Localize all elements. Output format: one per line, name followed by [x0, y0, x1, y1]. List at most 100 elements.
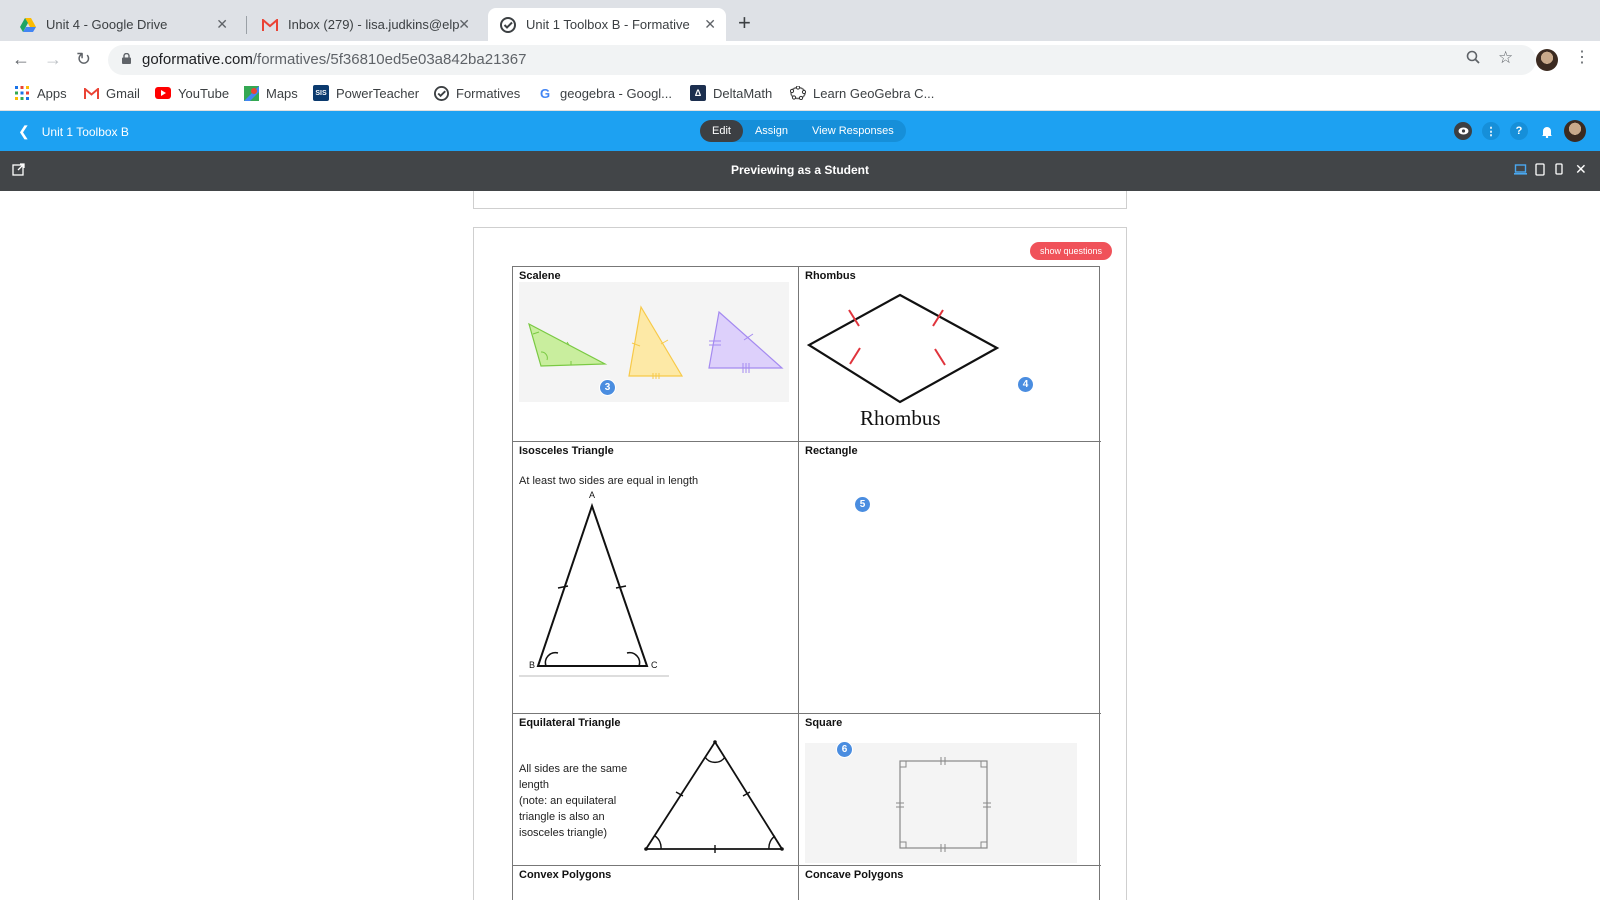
new-tab-icon[interactable]: + — [738, 12, 751, 34]
tab-label: Inbox (279) - lisa.judkins@elps — [288, 17, 460, 32]
url-path: /formatives/5f36810ed5e03a842ba21367 — [252, 51, 527, 68]
phone-view-icon[interactable] — [1555, 163, 1563, 178]
shapes-table: Scalene 3 Rhombus Rhombus 4 Isosceles Tr… — [512, 266, 1101, 900]
mode-segmented-control: Edit Assign View Responses — [700, 120, 906, 142]
cell-rectangle: Rectangle 5 — [799, 442, 1101, 714]
bookmark-label: PowerTeacher — [336, 85, 420, 101]
browser-toolbar: ← → ↻ goformative.com/formatives/5f36810… — [0, 41, 1600, 79]
browser-menu-icon[interactable]: ⋮ — [1574, 48, 1590, 68]
formative-title: Unit 1 Toolbox B — [41, 124, 129, 139]
tab-google-drive[interactable]: Unit 4 - Google Drive ✕ — [8, 8, 238, 41]
cell-isosceles: Isosceles Triangle At least two sides ar… — [513, 442, 799, 714]
cell-scalene: Scalene 3 — [513, 267, 799, 442]
question-badge[interactable]: 6 — [836, 741, 853, 758]
preview-title: Previewing as a Student — [730, 163, 870, 177]
bell-icon[interactable] — [1538, 122, 1556, 140]
cell-rhombus: Rhombus Rhombus 4 — [799, 267, 1101, 442]
equilateral-line: All sides are the same — [519, 763, 628, 775]
scalene-triangles-image — [519, 282, 789, 402]
zoom-icon[interactable] — [1466, 50, 1480, 68]
equilateral-description: All sides are the same length (note: an … — [519, 761, 649, 841]
close-tab-icon[interactable]: ✕ — [216, 16, 228, 33]
vertex-label-b: B — [529, 660, 535, 670]
more-options-icon[interactable]: ⋮ — [1482, 122, 1500, 140]
show-questions-button[interactable]: show questions — [1030, 242, 1113, 260]
question-badge[interactable]: 4 — [1017, 376, 1034, 393]
back-arrow-icon[interactable]: ← — [12, 49, 30, 69]
tab-formative-active[interactable]: Unit 1 Toolbox B - Formative ✕ — [488, 8, 726, 41]
close-tab-icon[interactable]: ✕ — [704, 16, 716, 33]
google-icon: G — [539, 85, 551, 101]
square-image — [805, 743, 1077, 863]
user-avatar[interactable] — [1564, 120, 1586, 142]
equilateral-triangle-image — [644, 740, 784, 853]
google-drive-icon — [20, 17, 36, 33]
lock-icon — [122, 53, 131, 64]
bookmark-star-icon[interactable]: ☆ — [1498, 48, 1513, 68]
address-bar[interactable]: goformative.com/formatives/5f36810ed5e03… — [108, 45, 1536, 75]
formative-header: ❮ Unit 1 Toolbox B Edit Assign View Resp… — [0, 111, 1600, 151]
sis-icon: SIS — [313, 85, 329, 101]
tab-label: Unit 1 Toolbox B - Formative — [526, 17, 690, 32]
reload-icon[interactable]: ↻ — [76, 49, 91, 69]
forward-arrow-icon[interactable]: → — [44, 49, 62, 69]
youtube-icon — [155, 85, 171, 101]
tab-gmail-inbox[interactable]: Inbox (279) - lisa.judkins@elps ✕ — [250, 8, 480, 41]
cell-equilateral: Equilateral Triangle All sides are the s… — [513, 714, 799, 866]
formative-icon — [433, 85, 449, 101]
tab-view-responses[interactable]: View Responses — [800, 120, 906, 142]
close-tab-icon[interactable]: ✕ — [458, 16, 470, 33]
desktop-view-icon[interactable] — [1514, 163, 1527, 178]
back-to-formative-link[interactable]: ❮ Unit 1 Toolbox B — [18, 123, 129, 140]
isosceles-triangle-image: A B C — [519, 490, 669, 677]
bookmark-geogebra-google[interactable]: G geogebra - Googl... — [537, 85, 672, 101]
browser-tab-bar: Unit 4 - Google Drive ✕ Inbox (279) - li… — [0, 0, 1600, 41]
close-preview-icon[interactable]: ✕ — [1575, 161, 1587, 178]
cell-title: Square — [805, 717, 843, 729]
question-badge[interactable]: 5 — [854, 496, 871, 513]
equilateral-line: isosceles triangle) — [519, 827, 608, 839]
bookmark-deltamath[interactable]: Δ DeltaMath — [690, 85, 772, 101]
vertex-label-c: C — [651, 660, 658, 670]
chevron-left-icon: ❮ — [18, 123, 30, 139]
formative-content: show questions Scalene 3 Rhombus Rhombus… — [0, 191, 1600, 900]
maps-icon — [243, 85, 259, 101]
gmail-icon — [83, 85, 99, 101]
bookmark-label: Learn GeoGebra C... — [813, 85, 935, 101]
bookmark-label: YouTube — [178, 85, 230, 101]
equilateral-line: (note: an equilateral — [519, 795, 617, 807]
bookmark-label: Apps — [37, 85, 67, 101]
bookmark-label: Formatives — [456, 85, 521, 101]
bookmark-gmail[interactable]: Gmail — [83, 85, 140, 101]
question-badge[interactable]: 3 — [599, 379, 616, 396]
tab-edit[interactable]: Edit — [700, 120, 743, 142]
tablet-view-icon[interactable] — [1535, 163, 1545, 179]
cell-title: Rhombus — [805, 270, 856, 282]
preview-eye-icon[interactable] — [1454, 122, 1472, 140]
bookmark-formatives[interactable]: Formatives — [433, 85, 520, 101]
bookmark-youtube[interactable]: YouTube — [155, 85, 229, 101]
help-icon[interactable]: ? — [1510, 122, 1528, 140]
rhombus-image — [806, 293, 1000, 404]
cell-title: Concave Polygons — [805, 869, 904, 881]
tab-separator — [246, 16, 247, 34]
bookmark-label: Gmail — [106, 85, 140, 101]
cell-title: Rectangle — [805, 445, 858, 457]
vertex-label-a: A — [589, 490, 595, 500]
previous-question-card — [473, 191, 1127, 209]
url-text: goformative.com/formatives/5f36810ed5e03… — [142, 51, 526, 68]
tab-assign[interactable]: Assign — [743, 120, 800, 142]
bookmark-label: geogebra - Googl... — [560, 85, 673, 101]
formative-icon — [500, 16, 516, 33]
bookmark-label: DeltaMath — [713, 85, 773, 101]
bookmark-powerteacher[interactable]: SIS PowerTeacher — [313, 85, 419, 101]
bookmark-learn-geogebra[interactable]: Learn GeoGebra C... — [790, 85, 934, 101]
bookmark-maps[interactable]: Maps — [243, 85, 298, 101]
bookmark-apps[interactable]: Apps — [14, 85, 67, 101]
cell-title: Scalene — [519, 270, 561, 282]
gmail-icon — [262, 17, 278, 33]
cell-title: Convex Polygons — [519, 869, 612, 881]
profile-avatar[interactable] — [1536, 49, 1558, 71]
rhombus-caption: Rhombus — [860, 406, 941, 430]
url-host: goformative.com — [142, 51, 253, 68]
